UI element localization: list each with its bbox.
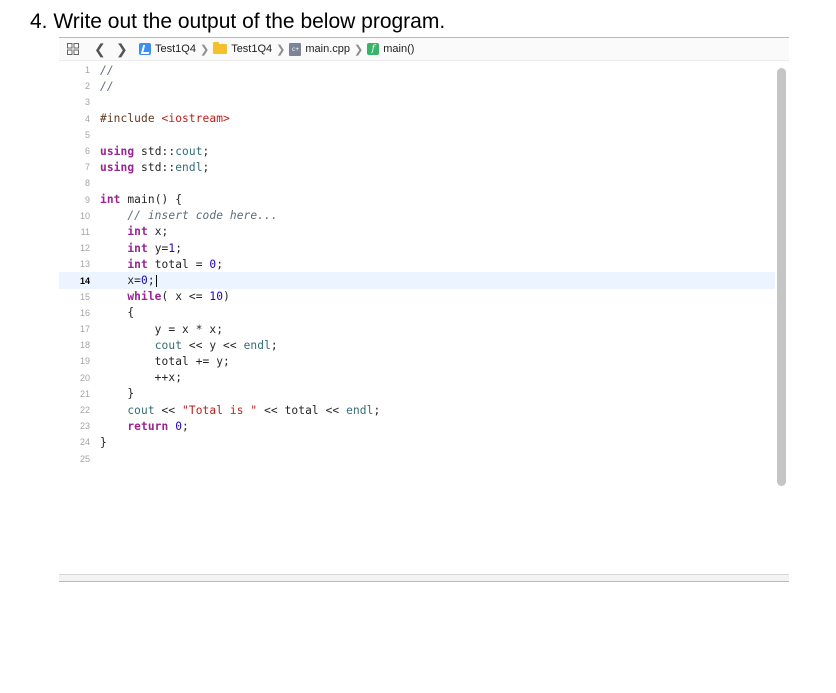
code-line[interactable]: 6 using std::cout; — [59, 143, 775, 159]
line-number: 22 — [79, 405, 90, 416]
breadcrumb-label: main() — [383, 43, 415, 55]
chevron-right-icon[interactable]: ❯ — [116, 40, 128, 58]
line-number: 21 — [79, 388, 90, 399]
chevron-right-icon: ❯ — [199, 43, 210, 56]
code-text: total += y; — [100, 354, 230, 368]
code-text: using std::cout; — [100, 144, 210, 158]
line-number: 19 — [79, 356, 90, 367]
code-line[interactable]: 21 } — [59, 386, 775, 402]
code-line[interactable]: 18 cout << y << endl; — [59, 337, 775, 353]
code-line[interactable]: 23 return 0; — [59, 418, 775, 434]
line-number: 10 — [79, 210, 90, 221]
breadcrumb-function[interactable]: f main() — [367, 43, 414, 55]
vertical-scrollbar[interactable] — [777, 68, 786, 486]
line-number: 25 — [79, 453, 90, 464]
code-line[interactable]: 17 y = x * x; — [59, 321, 775, 337]
breadcrumb-project[interactable]: Test1Q4 — [139, 43, 196, 55]
line-number: 18 — [79, 340, 90, 351]
line-number: 14 — [79, 275, 90, 286]
line-number: 20 — [79, 372, 90, 383]
question-title: 4. Write out the output of the below pro… — [30, 10, 446, 33]
line-number: 13 — [79, 259, 90, 270]
code-line[interactable]: 15 while( x <= 10) — [59, 289, 775, 305]
code-line[interactable]: 9 int main() { — [59, 192, 775, 208]
grid-icon[interactable] — [67, 43, 79, 55]
jump-bar: ❮ ❯ Test1Q4 ❯ Test1Q4 ❯ c+ main.cpp ❯ f … — [59, 38, 789, 61]
chevron-left-icon[interactable]: ❮ — [94, 40, 106, 58]
code-text: // — [100, 79, 114, 93]
code-editor[interactable]: 1//2//3 4 #include <iostream> 5 6 using std::… — [59, 62, 775, 467]
code-line[interactable]: 3 — [59, 94, 775, 110]
code-line[interactable]: 24} — [59, 434, 775, 450]
breadcrumb-group[interactable]: Test1Q4 — [213, 42, 273, 55]
code-line[interactable]: 22 cout << "Total is " << total << endl; — [59, 402, 775, 418]
line-number: 2 — [84, 81, 90, 92]
code-text: int total = 0; — [127, 257, 224, 271]
line-number: 1 — [84, 65, 90, 76]
code-line[interactable]: 1 // — [59, 62, 775, 78]
code-editor-window: ❮ ❯ Test1Q4 ❯ Test1Q4 ❯ c+ main.cpp ❯ f … — [59, 37, 789, 582]
code-text: // — [100, 63, 114, 77]
code-text: } — [100, 387, 135, 401]
code-line[interactable]: 25 — [59, 451, 775, 467]
code-line[interactable]: 20 ++x; — [59, 370, 775, 386]
code-text: int y=1; — [127, 241, 183, 255]
code-text: while( x <= 10) — [127, 290, 230, 304]
horizontal-scrollbar[interactable] — [59, 574, 789, 581]
code-line[interactable]: 5 — [59, 127, 775, 143]
code-text: int x; — [127, 225, 169, 239]
line-number: 4 — [84, 113, 90, 124]
breadcrumb-label: Test1Q4 — [155, 43, 196, 55]
code-line[interactable]: 8 — [59, 175, 775, 191]
chevron-right-icon: ❯ — [276, 43, 286, 56]
function-icon: f — [367, 43, 380, 55]
code-line[interactable]: 19 total += y; — [59, 353, 775, 369]
code-line[interactable]: 7 using std::endl; — [59, 159, 775, 175]
line-number: 3 — [84, 97, 90, 108]
line-number: 5 — [84, 129, 90, 140]
line-number: 24 — [79, 437, 90, 448]
code-line[interactable]: 16 { — [59, 305, 775, 321]
code-line[interactable]: 14 x=0; — [59, 272, 775, 289]
line-number: 6 — [84, 146, 90, 157]
code-line[interactable]: 10 // insert code here... — [59, 208, 775, 224]
line-number: 7 — [84, 162, 90, 173]
folder-icon — [213, 42, 228, 54]
line-number: 23 — [79, 421, 90, 432]
code-line[interactable]: 11 int x; — [59, 224, 775, 240]
line-number: 16 — [79, 307, 90, 318]
line-number: 9 — [84, 194, 90, 205]
cpp-file-icon: c+ — [289, 42, 302, 56]
code-line[interactable]: 13 int total = 0; — [59, 256, 775, 272]
code-line[interactable]: 12 int y=1; — [59, 240, 775, 256]
code-text: cout << y << endl; — [154, 338, 278, 352]
line-number: 8 — [84, 178, 90, 189]
breadcrumb-label: main.cpp — [305, 43, 351, 55]
code-line[interactable]: 2 // — [59, 78, 775, 94]
code-text: int main() { — [100, 193, 183, 207]
code-text: ++x; — [100, 371, 183, 385]
line-number: 12 — [79, 243, 90, 254]
code-line[interactable]: 4 #include <iostream> — [59, 111, 775, 127]
code-text: #include <iostream> — [100, 112, 230, 126]
code-text: x=0; — [100, 274, 157, 288]
code-text: using std::endl; — [100, 160, 210, 174]
line-number: 11 — [80, 226, 90, 237]
code-text: y = x * x; — [100, 322, 224, 336]
line-number: 17 — [79, 324, 90, 335]
code-text: { — [100, 306, 135, 320]
breadcrumb-label: Test1Q4 — [231, 43, 273, 55]
xcode-project-icon — [139, 43, 151, 55]
code-text: return 0; — [127, 419, 189, 433]
code-text: } — [100, 435, 107, 449]
code-text: // insert code here... — [100, 209, 278, 223]
breadcrumb: Test1Q4 ❯ Test1Q4 ❯ c+ main.cpp ❯ f main… — [139, 38, 414, 60]
text-cursor — [155, 275, 157, 288]
breadcrumb-file[interactable]: c+ main.cpp — [289, 42, 351, 56]
chevron-right-icon: ❯ — [354, 43, 364, 56]
line-number: 15 — [79, 291, 90, 302]
code-text: cout << "Total is " << total << endl; — [127, 403, 381, 417]
